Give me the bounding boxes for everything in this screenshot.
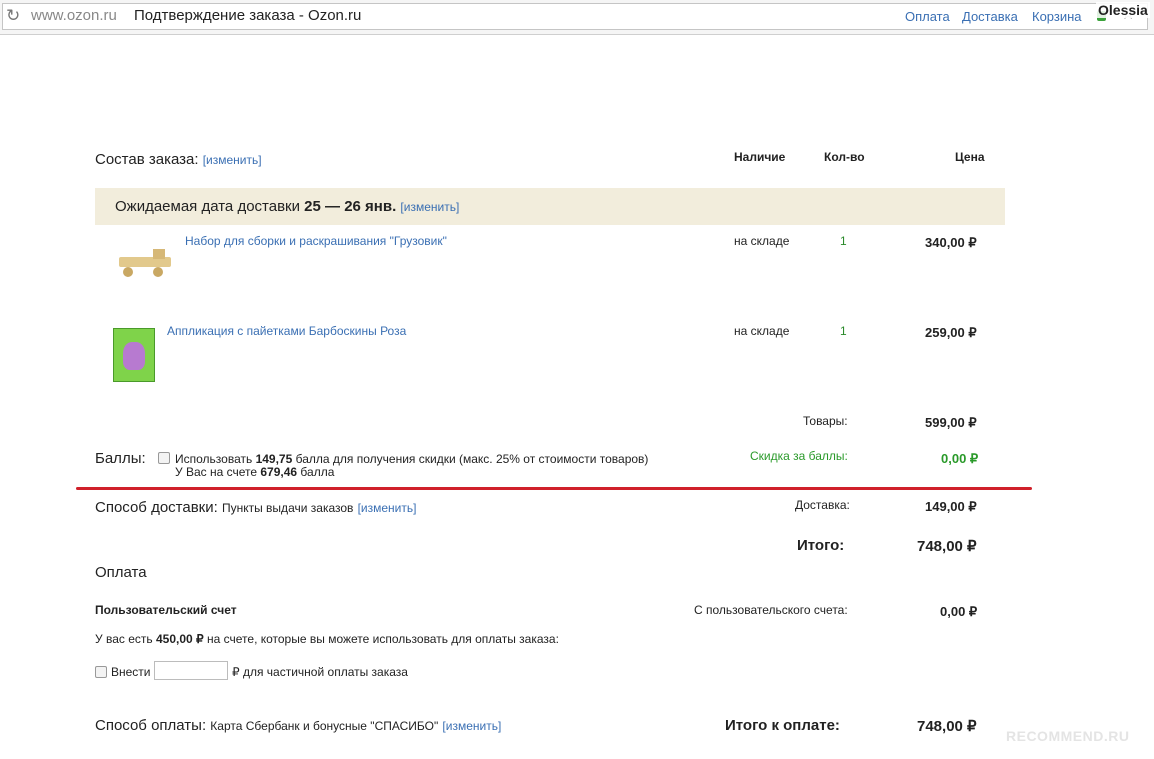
watermark-logo: RECOMMEND.RU xyxy=(1006,728,1130,744)
item-price: 259,00 ₽ xyxy=(925,325,977,340)
goods-value: 599,00 ₽ xyxy=(925,415,977,430)
nav-link-delivery[interactable]: Доставка xyxy=(962,9,1018,24)
shipping-cost-label: Доставка: xyxy=(795,498,850,512)
nav-link-cart[interactable]: Корзина xyxy=(1032,9,1082,24)
points-balance-amount: 679,46 xyxy=(260,465,298,479)
use-points-pre: Использовать xyxy=(175,452,253,466)
item-price: 340,00 ₽ xyxy=(925,235,977,250)
item-name-link[interactable]: Аппликация с пайетками Барбоскины Роза xyxy=(167,324,406,338)
payment-heading: Оплата xyxy=(95,564,147,581)
use-points-checkbox[interactable] xyxy=(158,452,170,464)
payment-change-link[interactable]: [изменить] xyxy=(442,719,501,733)
goods-label: Товары: xyxy=(803,414,848,428)
red-underline xyxy=(76,487,1032,490)
column-qty: Кол-во xyxy=(824,150,865,164)
truck-toy-image[interactable] xyxy=(113,247,175,281)
delivery-date-value: 25 — 26 янв. xyxy=(304,198,397,215)
points-discount-label: Скидка за баллы: xyxy=(750,449,848,463)
delivery-date-text: Ожидаемая дата доставки 25 — 26 янв. [из… xyxy=(115,198,459,215)
column-availability: Наличие xyxy=(734,150,786,164)
payment-method-label: Способ оплаты: xyxy=(95,717,207,734)
item-availability: на складе xyxy=(734,234,790,248)
account-balance-pre: У вас есть xyxy=(95,632,153,646)
total-value: 748,00 ₽ xyxy=(917,538,977,555)
browser-toolbar: ↻ www.ozon.ru Подтверждение заказа - Ozo… xyxy=(0,0,1154,35)
shipping-change-link[interactable]: [изменить] xyxy=(358,501,417,515)
delivery-date-band: Ожидаемая дата доставки 25 — 26 янв. [из… xyxy=(95,188,1005,225)
payment-method: Способ оплаты: Карта Сбербанк и бонусные… xyxy=(95,717,501,734)
order-label: Состав заказа: xyxy=(95,151,199,168)
user-name: Olessia xyxy=(1096,2,1150,18)
account-balance-text: У вас есть 450,00 ₽ на счете, которые вы… xyxy=(95,632,559,646)
shipping-method-value: Пункты выдачи заказов xyxy=(221,501,354,515)
user-account-title: Пользовательский счет xyxy=(95,603,237,617)
order-change-link[interactable]: [изменить] xyxy=(203,153,262,167)
account-charge-label: С пользовательского счета: xyxy=(694,603,848,617)
item-availability: на складе xyxy=(734,324,790,338)
delivery-date-prefix: Ожидаемая дата доставки xyxy=(115,198,300,215)
amount-due-value: 748,00 ₽ xyxy=(917,718,977,735)
use-points-post: балла для получения скидки (макс. 25% от… xyxy=(295,452,649,466)
delivery-date-change-link[interactable]: [изменить] xyxy=(400,200,459,214)
use-points-amount: 149,75 xyxy=(255,452,293,466)
deposit-label: Внести xyxy=(111,665,151,679)
item-name-link[interactable]: Набор для сборки и раскрашивания "Грузов… xyxy=(185,234,447,248)
deposit-suffix: ₽ для частичной оплаты заказа xyxy=(232,665,408,679)
page-title: Подтверждение заказа - Ozon.ru xyxy=(134,7,362,24)
column-price: Цена xyxy=(955,150,985,164)
craft-kit-image[interactable] xyxy=(109,328,155,382)
deposit-checkbox[interactable] xyxy=(95,666,107,678)
item-qty: 1 xyxy=(840,234,847,248)
amount-due-label: Итого к оплате: xyxy=(725,717,840,734)
points-discount-value: 0,00 ₽ xyxy=(941,451,979,466)
points-balance: У Вас на счете 679,46 балла xyxy=(175,465,334,479)
order-composition-heading: Состав заказа: [изменить] xyxy=(95,151,262,168)
points-balance-post: балла xyxy=(300,465,335,479)
payment-method-value: Карта Сбербанк и бонусные "СПАСИБО" xyxy=(210,719,439,733)
account-balance-amount: 450,00 ₽ xyxy=(155,632,204,646)
shipping-cost-value: 149,00 ₽ xyxy=(925,499,977,514)
reload-icon[interactable]: ↻ xyxy=(6,6,20,26)
points-label: Баллы: xyxy=(95,450,146,467)
account-charge-value: 0,00 ₽ xyxy=(940,604,978,619)
points-balance-pre: У Вас на счете xyxy=(175,465,258,479)
shipping-label: Способ доставки: xyxy=(95,499,218,516)
nav-link-payment[interactable]: Оплата xyxy=(905,9,950,24)
url-text[interactable]: www.ozon.ru xyxy=(31,7,117,24)
shipping-method: Способ доставки: Пункты выдачи заказов [… xyxy=(95,499,416,516)
deposit-amount-input[interactable] xyxy=(154,661,228,680)
account-balance-post: на счете, которые вы можете использовать… xyxy=(207,632,559,646)
total-label: Итого: xyxy=(797,537,845,554)
item-qty: 1 xyxy=(840,324,847,338)
use-points-text: Использовать 149,75 балла для получения … xyxy=(175,452,648,466)
